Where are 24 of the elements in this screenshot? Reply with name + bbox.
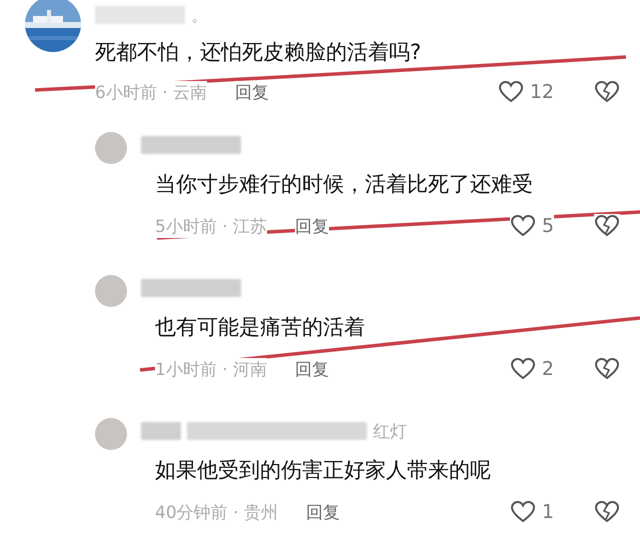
heart-icon <box>510 357 536 381</box>
time-location: 40分钟前 · 贵州 <box>155 500 278 524</box>
like-button[interactable]: 5 <box>510 214 554 238</box>
heart-icon <box>510 500 536 524</box>
broken-heart-icon <box>594 357 620 381</box>
like-button[interactable]: 2 <box>510 357 554 381</box>
like-button[interactable]: 1 <box>510 500 554 524</box>
heart-icon <box>510 214 536 238</box>
user-name: 。 <box>191 4 208 26</box>
blurred-name <box>141 422 181 440</box>
broken-heart-icon <box>594 80 620 104</box>
like-button[interactable]: 12 <box>498 80 554 104</box>
time-location: 1小时前 · 河南 <box>155 358 268 380</box>
broken-heart-icon <box>594 214 620 238</box>
comment-text: 死都不怕，还怕死皮赖脸的活着吗? <box>95 39 422 66</box>
heart-icon <box>498 80 524 104</box>
comment-text: 也有可能是痛苦的活着 <box>155 314 366 341</box>
reply-link[interactable]: 回复 <box>235 80 270 104</box>
dislike-button[interactable] <box>594 214 620 238</box>
user-name: 红灯 <box>373 420 407 442</box>
comment-text: 如果他受到的伤害正好家人带来的呢 <box>155 457 492 484</box>
broken-heart-icon <box>594 500 620 524</box>
comment-text: 当你寸步难行的时候，活着比死了还难受 <box>155 171 534 198</box>
time-location: 6小时前 · 云南 <box>95 80 208 104</box>
